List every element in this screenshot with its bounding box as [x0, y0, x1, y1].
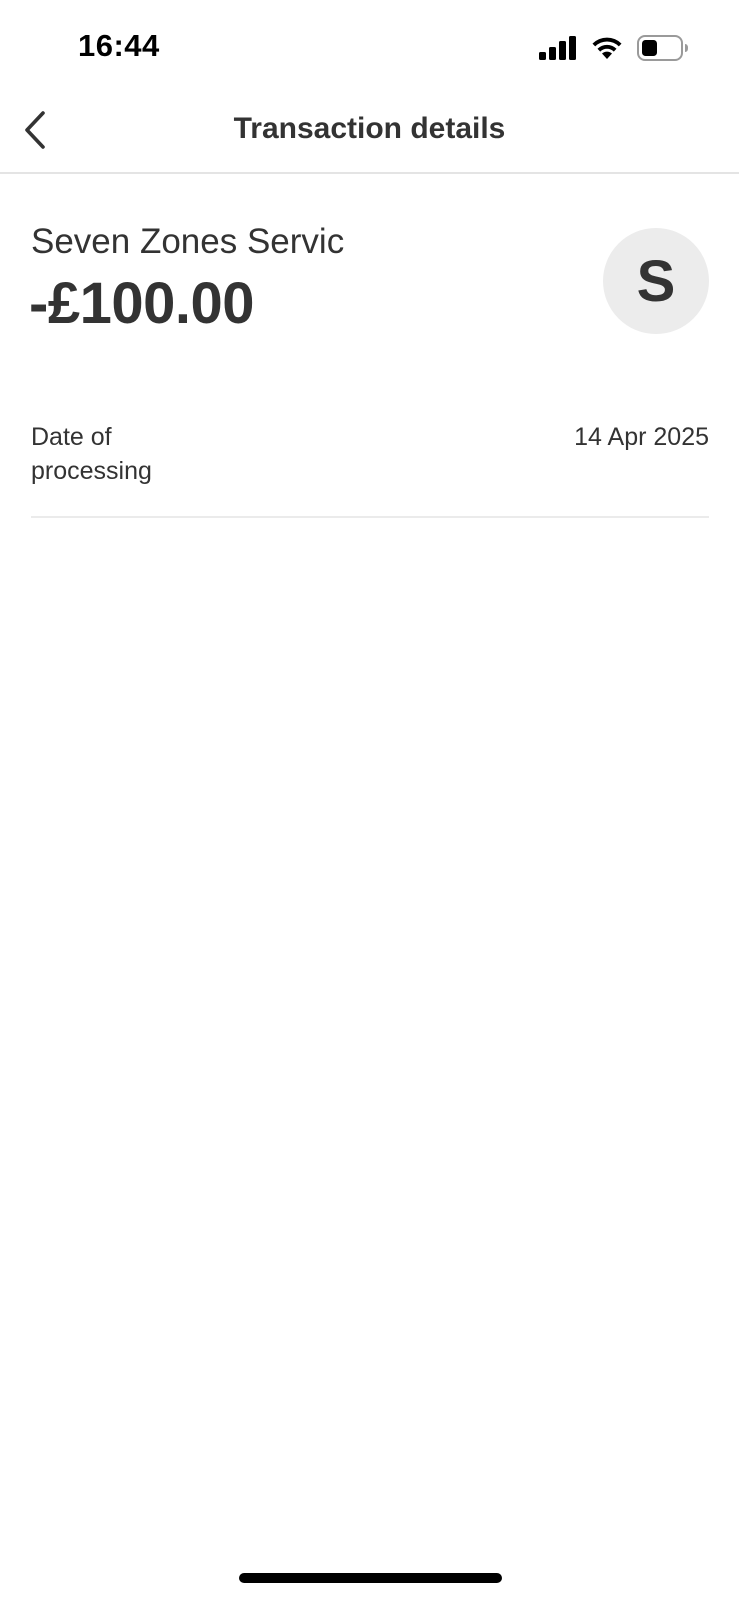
cellular-signal-icon — [539, 36, 577, 60]
detail-label: Date of processing — [31, 423, 152, 485]
status-icons — [539, 33, 689, 63]
page-title: Transaction details — [233, 112, 506, 145]
transaction-amount: -£100.00 — [29, 271, 254, 336]
battery-icon — [637, 35, 689, 61]
status-time: 16:44 — [78, 28, 160, 63]
home-indicator[interactable] — [239, 1573, 502, 1583]
nav-bar: Transaction details — [0, 100, 739, 174]
wifi-icon — [591, 36, 623, 60]
status-bar: 16:44 — [0, 0, 739, 100]
detail-row-date-of-processing: Date of processing 14 Apr 2025 — [31, 420, 709, 518]
merchant-name: Seven Zones Servic — [31, 222, 345, 261]
detail-value: 14 Apr 2025 — [574, 423, 709, 451]
merchant-avatar: S — [603, 228, 709, 334]
